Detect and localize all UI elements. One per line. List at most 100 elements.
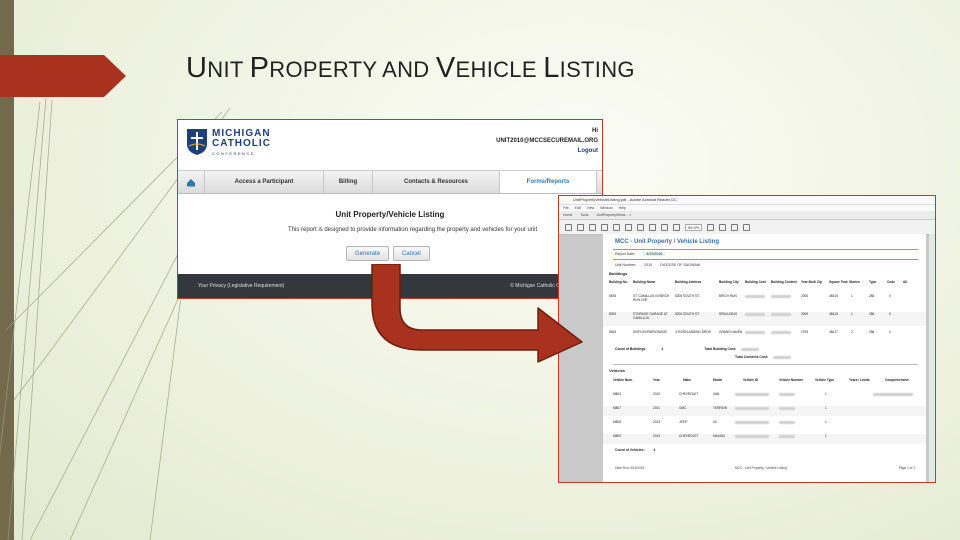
col-building-cost: Building Cost xyxy=(745,280,766,284)
redacted-value xyxy=(745,312,765,316)
email-icon[interactable] xyxy=(589,223,596,231)
generate-button[interactable]: Generate xyxy=(346,246,390,261)
buildings-heading: Buildings xyxy=(609,271,628,276)
col-building-content: Building Content xyxy=(771,280,797,284)
print-icon[interactable] xyxy=(577,223,584,231)
table-row: 8926 DISPLAY/PARSONAGE 4 ROSELANDING DRI… xyxy=(609,330,891,334)
user-email: UNIT2010@MCCSECUREMAIL.ORG xyxy=(496,138,598,144)
fit-page-icon[interactable] xyxy=(707,223,715,231)
vehicles-heading: Vehicles xyxy=(609,368,626,373)
col-square-foot: Square Foot xyxy=(829,280,848,284)
redacted-value xyxy=(779,420,795,424)
nav-access-participant[interactable]: Access a Participant xyxy=(205,171,324,193)
save-icon[interactable] xyxy=(565,223,572,231)
table-row: M808 2013 JEEP 4X 1 xyxy=(613,420,827,424)
redacted-value xyxy=(735,392,769,396)
table-row: M809 2013 CHEVROLET MALIBU 1 xyxy=(603,434,926,444)
user-block: Hi UNIT2010@MCCSECUREMAIL.ORG Logout xyxy=(496,126,598,156)
report-page-footer: Date Run: 4/13/2016 MCC - Unit Property … xyxy=(615,466,915,470)
portal-body: Unit Property/Vehicle Listing This repor… xyxy=(178,192,602,261)
date-run: Date Run: 4/13/2016 xyxy=(615,466,645,470)
nav-contacts-resources[interactable]: Contacts & Resources xyxy=(373,171,500,193)
building-totals: Count of Buildings: 3 Total Building Cos… xyxy=(615,347,760,351)
viewer-tabs: Home Tools UnitPropertyVehicl... × xyxy=(559,211,935,220)
portal-header: MICHIGAN CATHOLIC CONFERENCE Hi UNIT2010… xyxy=(178,120,602,170)
zoom-in-icon[interactable] xyxy=(673,223,680,231)
mcc-logo-text: MICHIGAN CATHOLIC CONFERENCE xyxy=(212,128,271,157)
viewer-toolbar: 96.5% xyxy=(559,220,935,235)
menu-window[interactable]: Window xyxy=(600,205,612,211)
redacted-value xyxy=(735,406,769,410)
logout-link[interactable]: Logout xyxy=(496,146,598,156)
redacted-value xyxy=(745,330,765,334)
menu-view[interactable]: View xyxy=(587,205,595,211)
redacted-value xyxy=(873,392,913,396)
search-icon[interactable] xyxy=(601,223,608,231)
redacted-value xyxy=(779,406,795,410)
tab-document[interactable]: UnitPropertyVehicl... × xyxy=(597,213,632,217)
hand-icon[interactable] xyxy=(649,223,656,231)
listing-description: This report is designed to provide infor… xyxy=(288,227,538,233)
menu-help[interactable]: Help xyxy=(619,205,626,211)
page-up-icon[interactable] xyxy=(613,223,620,231)
col-code: Code xyxy=(887,280,895,284)
unit-number: 2010 xyxy=(644,263,653,267)
footer-report-name: MCC - Unit Property / Vehicle Listing xyxy=(735,466,787,470)
unit-label: Unit Number: xyxy=(615,263,637,267)
title-rule xyxy=(613,249,918,250)
col-building-address: Building Address xyxy=(675,280,702,284)
section-rule xyxy=(613,364,918,365)
menu-file[interactable]: File xyxy=(563,205,569,211)
report-date-label: Report Date: xyxy=(615,252,636,256)
portal-nav: Access a Participant Billing Contacts & … xyxy=(178,170,602,194)
vertical-scrollbar[interactable] xyxy=(929,234,935,482)
unit-name: DIOCESE OF SAGINAW xyxy=(660,263,701,267)
table-row: M807 2011 GMC TERRAIN 1 xyxy=(603,406,926,416)
redacted-value xyxy=(771,330,791,334)
zoom-level[interactable]: 96.5% xyxy=(685,223,703,231)
report-title: MCC - Unit Property / Vehicle Listing xyxy=(615,239,720,245)
privacy-link[interactable]: Your Privacy (Legislative Requirement) xyxy=(198,283,284,289)
tab-home[interactable]: Home xyxy=(563,213,572,217)
meta-rule xyxy=(613,259,918,260)
table-row: 8926 STORAGE GARAGE AT CAMILLUS 5206 SOU… xyxy=(603,312,926,326)
highlight-icon[interactable] xyxy=(731,223,739,231)
buildings-header-row: Building No. Building Name Building Addr… xyxy=(603,280,926,292)
col-alt: Alt xyxy=(903,280,908,284)
contents-total: Total Contents Cost: xyxy=(735,355,792,359)
page-number: Page 1 of 1 xyxy=(898,466,915,470)
col-year-built: Year Built xyxy=(801,280,816,284)
nav-forms-reports[interactable]: Forms/Reports xyxy=(500,171,597,193)
comment-icon[interactable] xyxy=(719,223,727,231)
redacted-value xyxy=(771,312,791,316)
vehicle-totals: Count of Vehicles: 4 xyxy=(615,448,656,452)
flow-arrow-icon xyxy=(371,264,583,363)
cancel-button[interactable]: Cancel xyxy=(393,246,430,261)
redacted-value xyxy=(779,434,795,438)
col-building-city: Building City xyxy=(719,280,739,284)
table-row: M803 2010 CHEVROLET VAN 1 xyxy=(603,392,926,402)
redacted-value xyxy=(735,434,769,438)
nav-home[interactable] xyxy=(178,171,205,193)
menu-edit[interactable]: Edit xyxy=(575,205,581,211)
nav-billing[interactable]: Billing xyxy=(324,171,373,193)
action-buttons: Generate Cancel xyxy=(346,246,430,261)
listing-title: Unit Property/Vehicle Listing xyxy=(335,210,445,219)
col-zip: Zip xyxy=(817,280,822,284)
redacted-value xyxy=(735,420,769,424)
tab-tools[interactable]: Tools xyxy=(580,213,588,217)
report-viewer-screenshot: UnitPropertyVehicleListing.pdf - Adobe A… xyxy=(558,195,936,483)
report-date-value: 4/13/2016 xyxy=(643,252,666,256)
unit-row: Unit Number: 2010 DIOCESE OF SAGINAW xyxy=(615,263,700,267)
home-icon xyxy=(187,178,195,186)
redacted-value xyxy=(773,355,792,359)
slide-title: UNIT PROPERTY AND VEHICLE LISTING xyxy=(186,52,635,84)
zoom-out-icon[interactable] xyxy=(661,223,668,231)
col-building-no: Building No. xyxy=(609,280,628,284)
sign-icon[interactable] xyxy=(743,223,751,231)
page-down-icon[interactable] xyxy=(625,223,632,231)
viewer-title-bar: UnitPropertyVehicleListing.pdf - Adobe A… xyxy=(559,196,935,205)
report-page: MCC - Unit Property / Vehicle Listing Re… xyxy=(603,234,926,482)
cursor-icon[interactable] xyxy=(637,223,644,231)
table-row: 8926 ST. CAMILLUS IN BIRCH RUN CHE 5206 … xyxy=(609,294,891,302)
